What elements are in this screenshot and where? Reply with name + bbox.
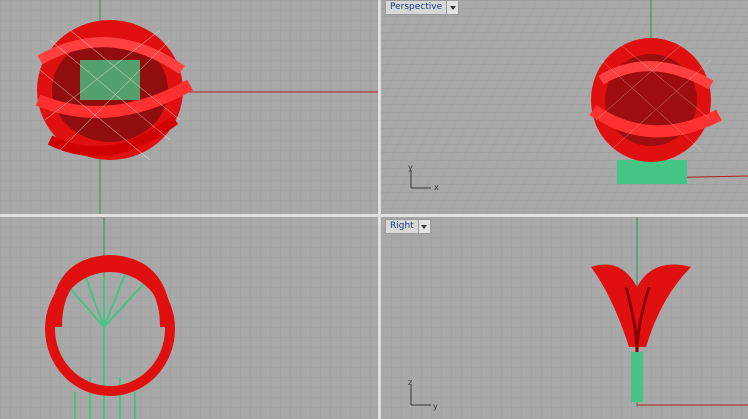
viewport-label-right[interactable]: Right <box>385 219 431 234</box>
dropdown-icon[interactable] <box>417 220 430 233</box>
viewport-right-canvas: z y <box>381 217 748 419</box>
viewport-label-perspective[interactable]: Perspective <box>385 0 460 15</box>
axis-label-b: x <box>434 183 439 192</box>
viewport-title: Perspective <box>390 2 443 12</box>
viewport-front[interactable] <box>0 217 378 419</box>
horizontal-divider[interactable] <box>0 214 748 217</box>
viewport-perspective[interactable]: y x Perspective <box>381 0 748 214</box>
axis-label-a: y <box>408 163 413 172</box>
dropdown-icon[interactable] <box>446 1 459 14</box>
viewport-front-canvas <box>0 217 378 419</box>
axis-label-b: y <box>433 402 438 411</box>
viewport-perspective-canvas: y x <box>381 0 748 214</box>
viewport-top-canvas <box>0 0 378 214</box>
vertical-divider[interactable] <box>378 0 381 419</box>
viewport-top[interactable] <box>0 0 378 214</box>
viewport-title: Right <box>390 221 414 231</box>
viewport-right[interactable]: z y Right <box>381 217 748 419</box>
axis-label-a: z <box>408 378 412 387</box>
